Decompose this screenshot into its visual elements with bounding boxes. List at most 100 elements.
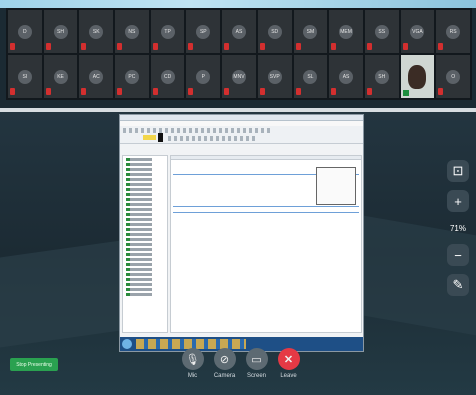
mic-button[interactable]: 🎙 Mic bbox=[180, 348, 205, 395]
editor-rung-line bbox=[173, 212, 359, 213]
mic-muted-icon bbox=[331, 88, 337, 95]
participant-tile[interactable]: SD bbox=[257, 10, 292, 53]
participant-tile[interactable] bbox=[400, 55, 435, 98]
participant-avatar: D bbox=[17, 24, 32, 39]
shared-app-dialog bbox=[316, 167, 356, 205]
speaking-badge bbox=[402, 90, 409, 96]
participant-avatar: P bbox=[196, 69, 211, 84]
mic-muted-icon bbox=[259, 43, 265, 50]
participant-tile[interactable]: MEM bbox=[329, 10, 363, 53]
participant-avatar: AS bbox=[231, 24, 246, 39]
participant-tile[interactable]: AS bbox=[329, 55, 363, 98]
participant-tile[interactable]: TP bbox=[150, 10, 185, 53]
participant-avatar: SL bbox=[303, 69, 318, 84]
meeting-controls: 🎙 Mic ⊘ Camera ▭ Screen ✕ Leave bbox=[180, 348, 301, 395]
participant-tile[interactable]: PC bbox=[115, 55, 149, 98]
mic-muted-icon bbox=[188, 88, 194, 95]
participant-avatar: AS bbox=[339, 69, 354, 84]
participant-avatar: SD bbox=[267, 24, 282, 39]
participant-avatar: TP bbox=[160, 24, 175, 39]
control-label: Leave bbox=[280, 373, 297, 379]
mic-muted-icon bbox=[331, 43, 337, 50]
toolbar-block bbox=[158, 133, 163, 142]
mic-muted-icon bbox=[188, 43, 194, 50]
editor-tabs bbox=[171, 156, 361, 160]
mic-muted-icon bbox=[81, 43, 87, 50]
mic-muted-icon bbox=[295, 43, 301, 50]
stop-presenting-button[interactable]: Stop Presenting bbox=[10, 358, 58, 371]
participant-avatar: MNV bbox=[231, 69, 246, 84]
participant-tile[interactable]: P bbox=[186, 55, 221, 98]
toolbar-highlight bbox=[143, 135, 156, 140]
toolbar-row bbox=[168, 136, 258, 141]
screen-share-icon: ▭ bbox=[245, 348, 268, 370]
screen-button[interactable]: ▭ Screen bbox=[244, 348, 269, 395]
participant-avatar: SP bbox=[196, 24, 211, 39]
participant-tile[interactable]: NS bbox=[115, 10, 149, 53]
mic-muted-icon bbox=[402, 43, 408, 50]
mic-muted-icon bbox=[224, 88, 230, 95]
participant-tile[interactable]: O bbox=[436, 55, 470, 98]
participant-tile[interactable]: MNV bbox=[222, 55, 256, 98]
participant-tile[interactable]: SVP bbox=[257, 55, 292, 98]
shared-app-tree-panel bbox=[122, 155, 168, 333]
mic-muted-icon bbox=[224, 43, 230, 50]
participant-tile[interactable]: SI bbox=[8, 55, 42, 98]
zoom-out-button[interactable]: − bbox=[447, 244, 469, 266]
participant-tile[interactable]: D bbox=[8, 10, 42, 53]
participant-avatar: AC bbox=[89, 69, 104, 84]
mic-muted-icon bbox=[45, 88, 51, 95]
zoom-controls: ⊡ + 71% − ✎ bbox=[447, 160, 469, 305]
participant-tile[interactable]: SH bbox=[43, 10, 78, 53]
start-icon bbox=[122, 339, 132, 349]
participant-avatar: SM bbox=[303, 24, 318, 39]
mic-muted-icon bbox=[152, 43, 158, 50]
mic-muted-icon bbox=[45, 43, 51, 50]
participant-tile[interactable]: SK bbox=[79, 10, 114, 53]
participant-avatar: NS bbox=[124, 24, 139, 39]
participant-avatar: CD bbox=[160, 69, 175, 84]
fit-screen-icon[interactable]: ⊡ bbox=[447, 160, 469, 182]
mic-muted-icon bbox=[259, 88, 265, 95]
annotate-icon[interactable]: ✎ bbox=[447, 274, 469, 296]
participant-tile[interactable]: KE bbox=[43, 55, 78, 98]
leave-button[interactable]: ✕ Leave bbox=[276, 348, 301, 395]
participant-avatar: VGA bbox=[410, 24, 425, 39]
mic-muted-icon bbox=[10, 43, 15, 50]
toolbar-row bbox=[123, 128, 273, 133]
participant-tile[interactable]: CD bbox=[150, 55, 185, 98]
participant-avatar: O bbox=[446, 69, 461, 84]
participant-tile[interactable]: VGA bbox=[400, 10, 435, 53]
participant-avatar: KE bbox=[53, 69, 68, 84]
camera-button[interactable]: ⊘ Camera bbox=[212, 348, 237, 395]
mic-muted-icon bbox=[366, 88, 372, 95]
control-label: Screen bbox=[246, 373, 266, 379]
mic-muted-icon bbox=[10, 88, 15, 95]
mic-muted-icon bbox=[366, 43, 372, 50]
participant-tile[interactable]: RS bbox=[436, 10, 470, 53]
participant-tile[interactable]: SH bbox=[364, 55, 399, 98]
mic-muted-icon bbox=[81, 88, 87, 95]
mic-muted-icon bbox=[117, 43, 123, 50]
participant-tile[interactable]: SM bbox=[293, 10, 328, 53]
close-icon: ✕ bbox=[277, 348, 300, 370]
participant-avatar: SI bbox=[17, 69, 32, 84]
participant-avatar: SVP bbox=[267, 69, 282, 84]
participants-grid: D SH SK NS TP SP AS SD SM MEM SS VGA RS SI KE AC PC CD P MN… bbox=[6, 8, 472, 100]
participant-avatar: RS bbox=[446, 24, 461, 39]
camera-off-icon: ⊘ bbox=[213, 348, 236, 370]
participant-tile[interactable]: SL bbox=[293, 55, 328, 98]
participant-tile[interactable]: SS bbox=[364, 10, 399, 53]
participant-tile[interactable]: AC bbox=[79, 55, 114, 98]
editor-rung-line bbox=[173, 206, 359, 207]
participant-avatar: PC bbox=[124, 69, 139, 84]
control-label: Mic bbox=[187, 373, 198, 379]
participant-avatar: MEM bbox=[339, 24, 354, 39]
mic-muted-icon bbox=[152, 88, 158, 95]
shared-screen bbox=[119, 114, 364, 352]
participant-tile[interactable]: AS bbox=[222, 10, 256, 53]
zoom-in-button[interactable]: + bbox=[447, 190, 469, 212]
participant-avatar: SS bbox=[374, 24, 389, 39]
control-label: Camera bbox=[213, 373, 236, 379]
participant-tile[interactable]: SP bbox=[186, 10, 221, 53]
